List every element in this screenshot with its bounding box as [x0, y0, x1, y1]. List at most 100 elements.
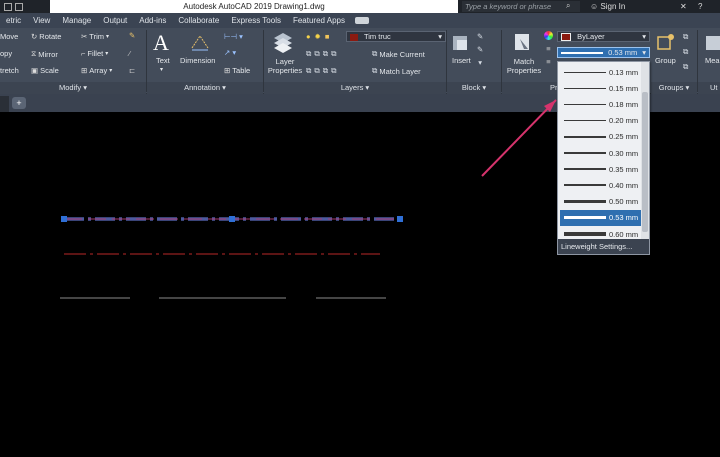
insert-button[interactable]: Insert: [452, 56, 471, 65]
layer-delete-icon[interactable]: ⧉: [323, 66, 328, 76]
annotation-group-title[interactable]: Annotation ▾: [147, 82, 263, 94]
layer-previous-icon[interactable]: ⧉: [331, 66, 336, 76]
pencil-icon: ✎: [129, 31, 136, 40]
edit-block-icon[interactable]: ✎: [477, 45, 483, 54]
offset-button[interactable]: ⊏: [129, 66, 135, 75]
mirror-button[interactable]: ⧖ Mirror: [31, 49, 58, 59]
sun-icon[interactable]: ✹: [315, 32, 321, 41]
block-attributes-icon[interactable]: ▾: [478, 58, 482, 67]
layer-freeze-icon[interactable]: ⧉: [323, 49, 328, 59]
tab-output[interactable]: Output: [97, 13, 133, 28]
tab-add-ins[interactable]: Add-ins: [133, 13, 172, 28]
color-dropdown[interactable]: ByLayer ▾: [557, 31, 650, 42]
lineweight-option[interactable]: 0.13 mm: [560, 64, 641, 80]
tab-view[interactable]: View: [27, 13, 56, 28]
explode-button[interactable]: ⁄: [129, 49, 130, 58]
help-button[interactable]: ?: [698, 0, 702, 13]
lineweight-option[interactable]: 0.35 mm: [560, 161, 641, 177]
modify-group-title[interactable]: Modify ▾: [0, 82, 146, 94]
trim-button[interactable]: ✂ Trim ▾: [81, 32, 109, 41]
lineweight-option-label: 0.60 mm: [609, 229, 639, 239]
fillet-icon: ⌐: [81, 49, 86, 58]
measure-icon: [704, 33, 720, 53]
dimension-icon: [190, 32, 210, 52]
rotate-button[interactable]: ↻ Rotate: [31, 32, 61, 41]
layer-properties-icon: [272, 30, 294, 54]
ungroup-icon[interactable]: ⧉: [683, 32, 688, 42]
layer-name: Tim truc: [363, 32, 391, 41]
array-button[interactable]: ⊞ Array ▾: [81, 66, 112, 75]
lineweight-option[interactable]: 0.60 mm: [560, 226, 641, 239]
table-button[interactable]: ⊞ Table: [224, 66, 250, 75]
bulb-icon[interactable]: ●: [306, 32, 311, 41]
linear-dim-icon[interactable]: ⊢⊣ ▾: [224, 32, 243, 41]
group-edit-icon[interactable]: ⧉: [683, 47, 688, 57]
scrollbar-thumb[interactable]: [642, 92, 648, 232]
lineweight-option[interactable]: 0.15 mm: [560, 80, 641, 96]
match-layer-label: Match Layer: [379, 66, 421, 76]
group-select-icon[interactable]: ⧉: [683, 62, 688, 72]
lineweight-option[interactable]: 0.40 mm: [560, 177, 641, 193]
layer-walk-icon[interactable]: ⧉: [306, 66, 311, 76]
copy-button[interactable]: opy: [0, 49, 12, 58]
lineweight-settings-button[interactable]: Lineweight Settings...: [558, 239, 649, 254]
scale-label: Scale: [40, 66, 59, 75]
layers-group-title[interactable]: Layers ▾: [264, 82, 446, 94]
layer-dropdown[interactable]: Tim truc ▾: [346, 31, 446, 42]
exchange-icon[interactable]: ✕: [680, 0, 687, 13]
text-button[interactable]: Text: [156, 56, 170, 65]
linetype-icon[interactable]: ≡: [546, 57, 550, 66]
stretch-button[interactable]: tretch: [0, 66, 19, 75]
groups-group-title[interactable]: Groups ▾: [651, 82, 697, 94]
measure-button[interactable]: Mea: [705, 56, 720, 65]
tab-parametric[interactable]: etric: [0, 13, 27, 28]
chevron-down-icon[interactable]: ▾: [160, 66, 163, 73]
drawing-tab[interactable]: [0, 96, 9, 112]
lineweight-dropdown[interactable]: 0.53 mm ▾: [557, 47, 650, 58]
match-layer-button[interactable]: ⧉ Match Layer: [372, 66, 421, 76]
lineweight-option[interactable]: 0.53 mm: [560, 209, 641, 226]
utilities-group-title[interactable]: Ut: [698, 82, 720, 94]
make-current-button[interactable]: ⧉ Make Current: [372, 49, 425, 59]
tab-featured-apps[interactable]: Featured Apps: [287, 13, 351, 28]
layer-merge-icon[interactable]: ⧉: [314, 66, 319, 76]
layer-lock-icon[interactable]: ⧉: [331, 49, 336, 59]
lineweight-option[interactable]: 0.18 mm: [560, 96, 641, 112]
tab-options-toggle[interactable]: [355, 17, 370, 24]
search-icon[interactable]: ⌕: [566, 1, 570, 11]
match-properties-button[interactable]: Match Properties: [504, 57, 544, 75]
tab-manage[interactable]: Manage: [56, 13, 97, 28]
grip-start[interactable]: [61, 216, 67, 222]
layer-properties-button[interactable]: Layer Properties: [266, 57, 304, 75]
create-block-icon[interactable]: ✎: [477, 32, 483, 41]
lineweight-icon[interactable]: ≡: [546, 44, 550, 53]
leader-icon[interactable]: ↗ ▾: [224, 48, 236, 57]
make-current-label: Make Current: [379, 49, 425, 59]
grip-end[interactable]: [397, 216, 403, 222]
dimension-button[interactable]: Dimension: [180, 56, 215, 65]
layer-off-icon[interactable]: ⧉: [314, 49, 319, 59]
search-input[interactable]: Type a keyword or phrase: [462, 1, 580, 12]
lineweight-option[interactable]: 0.20 mm: [560, 113, 641, 129]
undo-icon[interactable]: [4, 2, 12, 11]
color-wheel-icon[interactable]: [544, 31, 553, 40]
lineweight-option[interactable]: 0.50 mm: [560, 194, 641, 210]
grip-mid[interactable]: [229, 216, 235, 222]
lineweight-option[interactable]: 0.25 mm: [560, 129, 641, 145]
tab-express-tools[interactable]: Express Tools: [225, 13, 287, 28]
lock-icon[interactable]: ■: [325, 32, 330, 41]
scale-button[interactable]: ▣ Scale: [31, 66, 59, 75]
group-button[interactable]: Group: [655, 56, 676, 65]
fillet-button[interactable]: ⌐ Fillet ▾: [81, 49, 108, 58]
lineweight-option[interactable]: 0.30 mm: [560, 145, 641, 161]
layer-tools-row1: ⧉ ⧉ ⧉ ⧉: [306, 49, 336, 59]
sign-in-button[interactable]: ☺ Sign In: [590, 0, 625, 13]
scrollbar[interactable]: [641, 62, 649, 239]
layer-isolate-icon[interactable]: ⧉: [306, 49, 311, 59]
sign-in-label: Sign In: [600, 2, 626, 11]
tab-collaborate[interactable]: Collaborate: [172, 13, 225, 28]
erase-button[interactable]: ✎: [129, 31, 135, 40]
new-tab-button[interactable]: +: [12, 97, 26, 109]
redo-icon[interactable]: [15, 2, 23, 11]
move-button[interactable]: Move: [0, 32, 18, 41]
